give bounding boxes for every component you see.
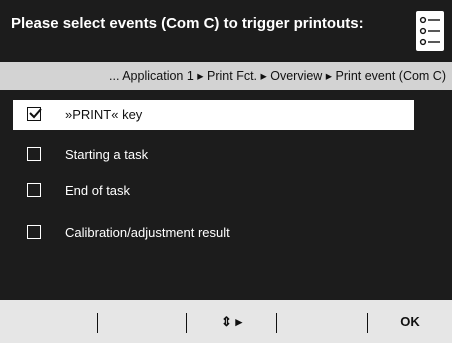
softkey-4[interactable] <box>277 300 367 343</box>
ok-button[interactable]: OK <box>368 300 452 343</box>
softkey-1[interactable] <box>0 300 97 343</box>
checkbox[interactable] <box>27 183 41 197</box>
list-item-label: Starting a task <box>65 147 149 162</box>
page-title: Please select events (Com C) to trigger … <box>11 15 364 32</box>
check-icon <box>29 108 42 119</box>
navigation-arrows-softkey[interactable]: ⇕ ▸ <box>187 300 276 343</box>
checkbox-checked[interactable] <box>27 107 42 121</box>
checkbox[interactable] <box>27 147 41 161</box>
list-item-end-of-task[interactable]: End of task <box>13 176 414 206</box>
screen: Please select events (Com C) to trigger … <box>0 0 452 343</box>
breadcrumb: ... Application 1 ▸ Print Fct. ▸ Overvie… <box>0 62 452 90</box>
list-icon[interactable] <box>416 11 444 51</box>
list-item-label: »PRINT« key <box>65 107 143 122</box>
list-item-starting-task[interactable]: Starting a task <box>13 140 414 170</box>
list-item-label: End of task <box>65 183 131 198</box>
list-item-label: Calibration/adjustment result <box>65 225 230 240</box>
softkey-2[interactable] <box>98 300 186 343</box>
list-item-print-key[interactable]: »PRINT« key <box>13 100 414 130</box>
event-list: »PRINT« key Starting a task End of task … <box>0 90 452 300</box>
list-item-calibration-result[interactable]: Calibration/adjustment result <box>13 218 414 248</box>
softkey-bar: ⇕ ▸ OK <box>0 300 452 343</box>
checkbox[interactable] <box>27 225 41 239</box>
header: Please select events (Com C) to trigger … <box>0 0 452 62</box>
